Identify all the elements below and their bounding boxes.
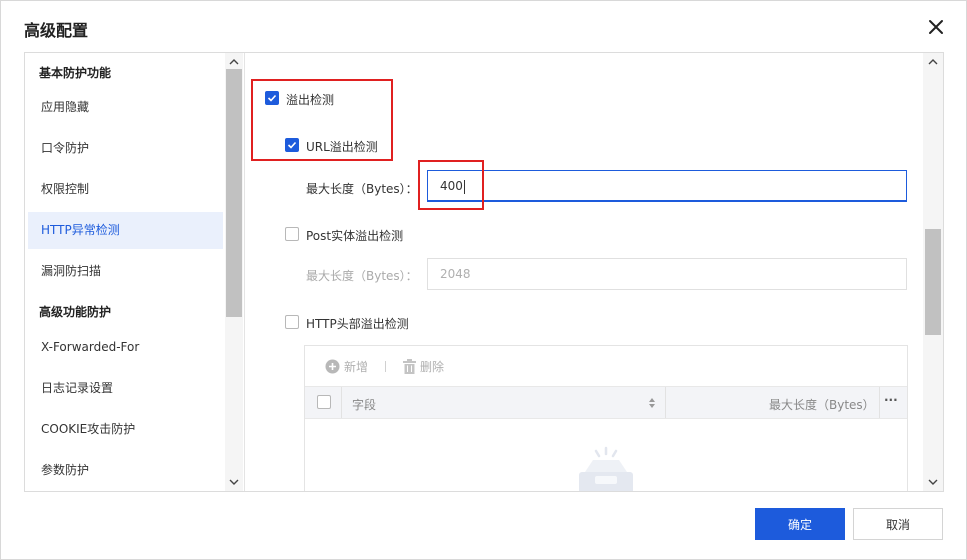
column-separator bbox=[341, 387, 342, 418]
content-scrollbar[interactable] bbox=[923, 53, 943, 491]
url-max-length-input[interactable]: 400 bbox=[427, 170, 907, 202]
sidebar-item-cookie-protection[interactable]: COOKIE攻击防护 bbox=[28, 411, 223, 448]
add-button[interactable]: 新增 bbox=[325, 358, 368, 375]
sidebar-item-anti-scan[interactable]: 漏洞防扫描 bbox=[28, 253, 223, 290]
sidebar-group-basic: 基本防护功能 bbox=[39, 66, 112, 80]
sidebar-group-advanced: 高级功能防护 bbox=[39, 305, 112, 319]
scroll-down-icon[interactable] bbox=[226, 475, 242, 489]
post-overflow-checkbox[interactable] bbox=[285, 227, 299, 241]
sidebar-item-password[interactable]: 口令防护 bbox=[28, 130, 223, 167]
column-separator bbox=[665, 387, 666, 418]
trash-icon bbox=[403, 359, 416, 374]
sidebar-item-x-forwarded-for[interactable]: X-Forwarded-For bbox=[28, 329, 223, 366]
sidebar-item-param-protection[interactable]: 参数防护 bbox=[28, 452, 223, 489]
confirm-button[interactable]: 确定 bbox=[755, 508, 845, 540]
sidebar-item-app-hide[interactable]: 应用隐藏 bbox=[28, 89, 223, 126]
empty-box-icon bbox=[577, 446, 635, 491]
sidebar-item-permission[interactable]: 权限控制 bbox=[28, 171, 223, 208]
sidebar-scroll-thumb[interactable] bbox=[226, 69, 242, 317]
post-max-length-input[interactable]: 2048 bbox=[427, 258, 907, 290]
advanced-config-dialog: 高级配置 基本防护功能 应用隐藏 口令防护 权限控制 HTTP异常检测 漏洞防扫… bbox=[0, 0, 967, 560]
url-max-length-label: 最大长度（Bytes）： bbox=[306, 182, 418, 196]
sort-icon[interactable] bbox=[648, 397, 656, 412]
header-overflow-checkbox[interactable] bbox=[285, 315, 299, 329]
content-scroll-down-icon[interactable] bbox=[925, 475, 941, 489]
content-scroll-up-icon[interactable] bbox=[925, 55, 941, 69]
header-overflow-label: HTTP头部溢出检测 bbox=[306, 317, 409, 331]
table-header-row: 字段 最大长度（Bytes） ··· bbox=[305, 386, 907, 419]
toolbar-separator bbox=[385, 361, 386, 372]
scroll-up-icon[interactable] bbox=[226, 55, 242, 69]
select-all-checkbox[interactable] bbox=[317, 395, 331, 409]
header-field-table: 新增 删除 字段 最大长度（Bytes） ··· bbox=[304, 345, 908, 491]
sidebar-nav: 基本防护功能 应用隐藏 口令防护 权限控制 HTTP异常检测 漏洞防扫描 高级功… bbox=[25, 53, 244, 491]
delete-button-label: 删除 bbox=[420, 360, 445, 374]
highlight-box-input bbox=[418, 160, 484, 210]
close-icon[interactable] bbox=[927, 18, 945, 36]
column-header-max-length[interactable]: 最大长度（Bytes） bbox=[769, 396, 875, 413]
sidebar-item-log-settings[interactable]: 日志记录设置 bbox=[28, 370, 223, 407]
column-header-field[interactable]: 字段 bbox=[352, 396, 376, 413]
add-button-label: 新增 bbox=[344, 360, 369, 374]
dialog-title: 高级配置 bbox=[24, 21, 89, 40]
delete-button[interactable]: 删除 bbox=[403, 358, 444, 375]
content-scroll-thumb[interactable] bbox=[925, 229, 941, 335]
post-overflow-label: Post实体溢出检测 bbox=[306, 229, 404, 243]
column-separator bbox=[879, 387, 880, 418]
plus-circle-icon bbox=[325, 359, 340, 374]
more-columns-icon[interactable]: ··· bbox=[884, 393, 898, 407]
cancel-button[interactable]: 取消 bbox=[853, 508, 943, 540]
sidebar-item-http-anomaly[interactable]: HTTP异常检测 bbox=[28, 212, 223, 249]
dialog-body: 基本防护功能 应用隐藏 口令防护 权限控制 HTTP异常检测 漏洞防扫描 高级功… bbox=[24, 52, 944, 492]
table-toolbar: 新增 删除 bbox=[305, 346, 907, 386]
http-anomaly-panel: 溢出检测 URL溢出检测 最大长度（Bytes）： 400 Post实体溢出检测… bbox=[245, 53, 923, 491]
sidebar-scrollbar[interactable] bbox=[225, 53, 243, 491]
highlight-box-checkboxes bbox=[251, 79, 393, 161]
post-max-length-label: 最大长度（Bytes）： bbox=[306, 269, 418, 283]
